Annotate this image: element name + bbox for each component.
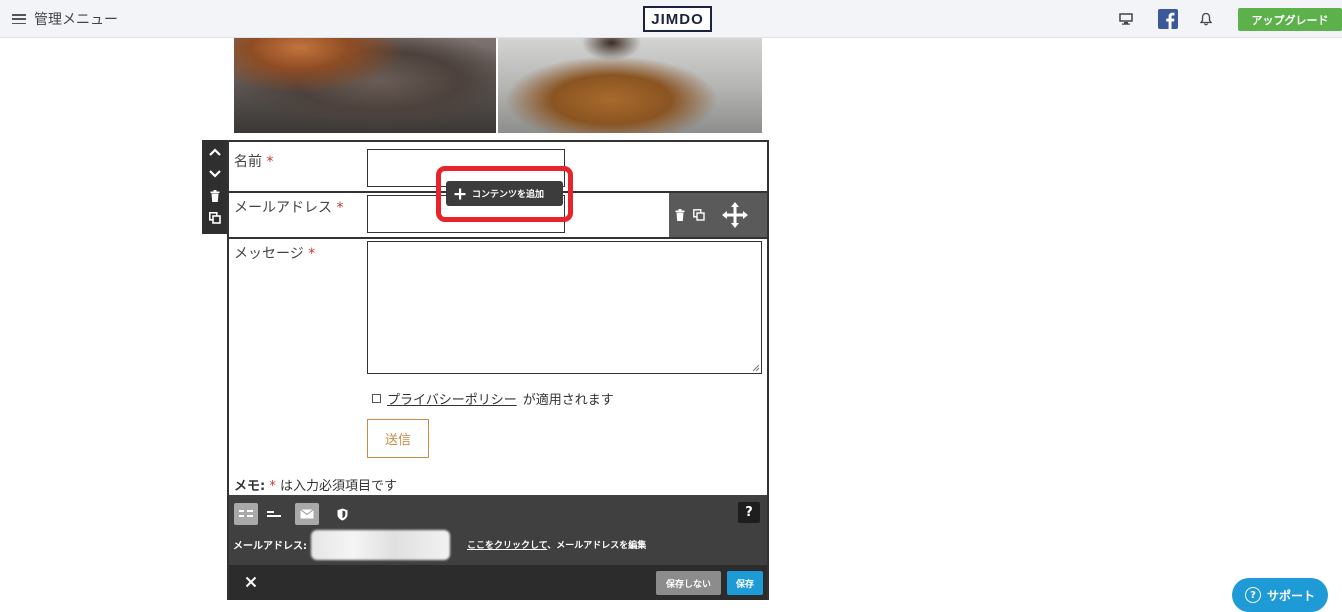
chevron-up-icon[interactable] [207,144,223,160]
privacy-checkbox[interactable] [372,394,381,403]
facebook-icon[interactable] [1158,9,1178,29]
form-item-toolbar [669,193,767,237]
jimdo-logo[interactable]: JIMDO [643,6,712,32]
hamburger-icon [12,14,26,24]
support-button[interactable]: ? サポート [1232,578,1328,612]
move-icon[interactable] [721,201,749,229]
message-label: メッセージ * [234,246,316,262]
add-content-button[interactable]: コンテンツを追加 [446,181,563,206]
name-label: 名前 * [234,154,274,170]
add-content-label: コンテンツを追加 [472,190,545,200]
close-icon[interactable] [241,572,261,592]
email-address-value-blurred [311,530,450,560]
discard-button[interactable]: 保存しない [656,571,721,595]
support-label: サポート [1266,588,1315,603]
module-side-toolbar [202,140,228,234]
form-settings-panel: ? メールアドレス: ここをクリックして、メールアドレスを編集 [229,495,767,565]
email-label: メールアドレス * [234,200,344,216]
send-button[interactable]: 送信 [367,419,429,458]
save-button[interactable]: 保存 [727,571,763,595]
trash-icon[interactable] [675,209,685,221]
edit-email-link[interactable]: ここをクリックして、メールアドレスを編集 [467,538,646,551]
privacy-suffix: が適用されます [522,393,614,408]
privacy-policy-link[interactable]: プライバシーポリシー [387,389,517,408]
layout-columns-icon[interactable] [234,503,258,525]
required-note: メモ: * は入力必須項目です [234,479,397,494]
contact-form-module: 名前 * メールアドレス * コンテンツを追加 メッセージ * プライバシーポリ… [227,140,769,600]
top-bar: 管理メニュー JIMDO アップグレード [0,0,1342,38]
shield-icon[interactable] [330,503,354,525]
help-button[interactable]: ? [738,502,760,523]
chevron-down-icon[interactable] [207,166,223,182]
question-circle-icon: ? [1244,587,1261,603]
resize-handle-icon[interactable] [752,364,760,372]
message-textarea[interactable] [367,241,762,374]
editor-action-bar: 保存しない 保存 [229,565,767,600]
upgrade-button[interactable]: アップグレード [1238,8,1342,31]
plus-icon [454,188,466,199]
desktop-icon[interactable] [1117,10,1135,28]
admin-menu-label: 管理メニュー [34,12,118,28]
trash-icon[interactable] [207,188,223,204]
layout-rows-icon[interactable] [262,503,286,525]
bell-icon[interactable] [1197,10,1215,28]
admin-menu-button[interactable]: 管理メニュー [12,9,118,29]
add-content-highlight: コンテンツを追加 [436,166,573,222]
copy-icon[interactable] [693,209,705,221]
privacy-consent: プライバシーポリシー が適用されます [372,389,614,408]
envelope-icon[interactable] [295,503,319,525]
copy-icon[interactable] [207,210,223,226]
email-address-label: メールアドレス: [233,541,307,552]
row-divider [229,237,767,239]
gallery-photo-man [498,38,762,133]
gallery-photo-woman [234,38,496,133]
